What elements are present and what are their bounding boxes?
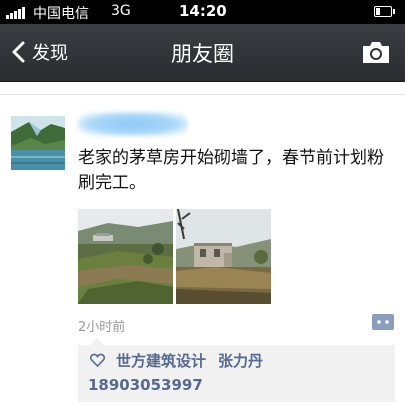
liker-company: 世方建筑设计 bbox=[116, 352, 207, 370]
comment-icon[interactable] bbox=[372, 314, 394, 330]
moments-screen: 中国电信 3G 14:20 发现 朋友圈 老家的茅草房开始砌墙了，春节前计划粉刷… bbox=[0, 0, 405, 405]
battery-icon bbox=[374, 6, 395, 17]
post-text: 老家的茅草房开始砌墙了，春节前计划粉刷完工。 bbox=[78, 148, 384, 193]
status-bar: 中国电信 3G 14:20 bbox=[0, 0, 405, 24]
avatar-image bbox=[11, 116, 65, 170]
liker-name[interactable]: 世方建筑设计 张力丹 bbox=[116, 350, 263, 371]
camera-icon[interactable] bbox=[361, 39, 391, 65]
heart-icon bbox=[90, 353, 105, 367]
likes-panel: 世方建筑设计 张力丹 18903053997 bbox=[78, 338, 395, 402]
page-title: 朋友圈 bbox=[171, 42, 234, 66]
status-time: 14:20 bbox=[179, 2, 227, 20]
avatar[interactable] bbox=[11, 116, 65, 170]
liker-phone[interactable]: 18903053997 bbox=[88, 376, 203, 394]
signal-icon bbox=[6, 7, 28, 19]
divider bbox=[0, 94, 405, 95]
post-timestamp: 2小时前 bbox=[78, 320, 126, 335]
liker-person: 张力丹 bbox=[218, 352, 264, 370]
author-name-blurred[interactable] bbox=[78, 112, 188, 136]
post-photo-house[interactable] bbox=[176, 209, 271, 304]
post-photo-landscape[interactable] bbox=[78, 209, 173, 304]
carrier-label: 中国电信 bbox=[33, 6, 89, 22]
house-construction-photo bbox=[176, 209, 271, 304]
nav-bar: 发现 朋友圈 bbox=[0, 24, 405, 82]
network-type: 3G bbox=[111, 3, 131, 19]
landscape-photo bbox=[78, 209, 173, 304]
timeline: 老家的茅草房开始砌墙了，春节前计划粉刷完工。 2小时前 世方建筑设计 张力丹 1… bbox=[0, 82, 405, 405]
